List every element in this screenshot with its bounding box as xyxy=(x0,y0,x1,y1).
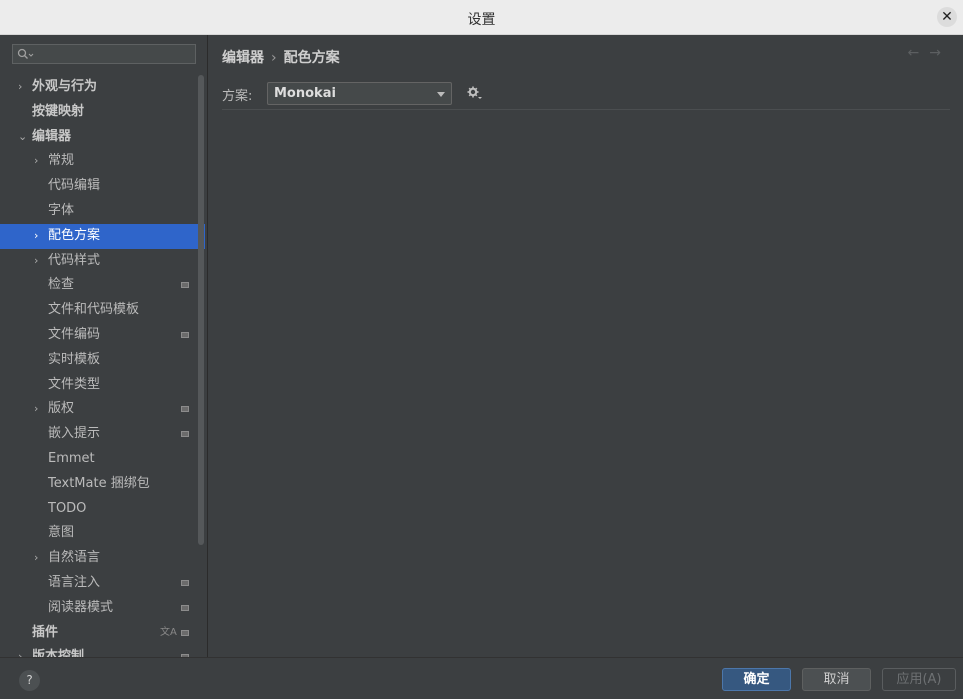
tree-item[interactable]: 代码编辑 xyxy=(0,174,205,199)
tree-item[interactable]: TODO xyxy=(0,497,205,522)
tree-item[interactable]: › 版本控制 xyxy=(0,645,205,657)
tree-item[interactable]: 文件类型 xyxy=(0,373,205,398)
tree-item[interactable]: 阅读器模式 xyxy=(0,596,205,621)
forward-arrow-icon[interactable]: → xyxy=(929,45,951,61)
tree-item-label: 编辑器 xyxy=(32,128,72,144)
back-arrow-icon[interactable]: ← xyxy=(908,45,930,61)
tree-item[interactable]: › 常规 xyxy=(0,149,205,174)
project-level-icon xyxy=(181,604,189,611)
window-titlebar: 设置 ✕ xyxy=(0,0,963,35)
help-button[interactable]: ? xyxy=(19,670,40,691)
chevron-down-icon xyxy=(437,92,445,97)
settings-tree: › 外观与行为按键映射 ⌄ 编辑器 › 常规代码编辑字体 › 配色方案 › 代码样式检查文件和代码… xyxy=(0,75,205,657)
chevron-right-icon[interactable]: › xyxy=(34,546,38,571)
apply-button[interactable]: 应用(A) xyxy=(882,668,956,691)
ok-button[interactable]: 确定 xyxy=(722,668,791,691)
tree-item[interactable]: 嵌入提示 xyxy=(0,422,205,447)
tree-item-label: 自然语言 xyxy=(48,550,101,566)
project-level-icon xyxy=(181,629,189,636)
project-level-icon xyxy=(181,579,189,586)
tree-item-label: 常规 xyxy=(48,153,75,169)
chevron-right-icon[interactable]: › xyxy=(18,75,22,100)
tree-item-label: 阅读器模式 xyxy=(48,599,114,615)
gear-icon[interactable] xyxy=(467,86,483,104)
breadcrumb-separator: › xyxy=(271,50,277,66)
project-level-icon xyxy=(181,406,189,413)
translate-icon: 文A xyxy=(160,626,177,638)
dialog-footer: ? 确定 取消 应用(A) xyxy=(0,657,963,699)
tree-item-label: 嵌入提示 xyxy=(48,426,101,442)
tree-item-label: 文件类型 xyxy=(48,376,101,392)
search-icon xyxy=(17,48,34,59)
close-icon[interactable]: ✕ xyxy=(937,7,957,27)
tree-item-label: TODO xyxy=(48,500,87,516)
chevron-down-icon[interactable]: ⌄ xyxy=(18,125,27,150)
tree-item-label: 语言注入 xyxy=(48,574,101,590)
chevron-right-icon[interactable]: › xyxy=(34,224,38,249)
tree-item[interactable]: › 配色方案 xyxy=(0,223,205,249)
tree-item-label: 文件和代码模板 xyxy=(48,302,140,318)
tree-item[interactable]: 字体 xyxy=(0,199,205,224)
tree-item[interactable]: 语言注入 xyxy=(0,571,205,596)
settings-sidebar: › 外观与行为按键映射 ⌄ 编辑器 › 常规代码编辑字体 › 配色方案 › 代码样式检查文件和代码… xyxy=(0,35,208,657)
divider xyxy=(222,109,950,110)
project-level-icon xyxy=(181,331,189,338)
tree-item-label: 代码编辑 xyxy=(48,178,101,194)
history-nav: ←→ xyxy=(908,45,951,61)
tree-item-label: 按键映射 xyxy=(32,103,85,119)
tree-item-label: TextMate 捆绑包 xyxy=(48,475,150,491)
tree-item[interactable]: › 自然语言 xyxy=(0,546,205,571)
tree-item[interactable]: 按键映射 xyxy=(0,100,205,125)
tree-item[interactable]: 文件编码 xyxy=(0,323,205,348)
tree-item[interactable]: TextMate 捆绑包 xyxy=(0,472,205,497)
tree-item[interactable]: › 代码样式 xyxy=(0,249,205,274)
search-input[interactable] xyxy=(12,44,196,64)
tree-item-label: 文件编码 xyxy=(48,326,101,342)
chevron-right-icon[interactable]: › xyxy=(34,249,38,274)
tree-item[interactable]: ⌄ 编辑器 xyxy=(0,125,205,150)
cancel-button[interactable]: 取消 xyxy=(802,668,871,691)
chevron-right-icon[interactable]: › xyxy=(34,397,38,422)
scheme-label: 方案: xyxy=(222,89,253,104)
tree-item-label: 代码样式 xyxy=(48,252,101,268)
tree-item-label: 版本控制 xyxy=(32,649,85,657)
tree-item-label: 字体 xyxy=(48,202,75,218)
tree-item[interactable]: 插件 文A xyxy=(0,621,205,646)
scheme-dropdown[interactable]: Monokai xyxy=(267,82,452,105)
tree-item-label: 外观与行为 xyxy=(32,79,98,94)
tree-item-label: 意图 xyxy=(48,525,75,541)
breadcrumb-current: 配色方案 xyxy=(283,50,340,66)
main-panel: 编辑器 › 配色方案 ←→ 方案: Monokai xyxy=(208,35,963,657)
chevron-right-icon[interactable]: › xyxy=(18,645,22,657)
tree-item[interactable]: 意图 xyxy=(0,521,205,546)
breadcrumb: 编辑器 › 配色方案 xyxy=(222,47,340,67)
tree-item-label: 检查 xyxy=(48,277,75,293)
tree-item[interactable]: › 版权 xyxy=(0,397,205,422)
tree-item[interactable]: › 外观与行为 xyxy=(0,75,205,100)
window-title: 设置 xyxy=(467,12,496,28)
tree-item[interactable]: Emmet xyxy=(0,447,205,472)
tree-item-label: 版权 xyxy=(48,401,75,417)
breadcrumb-parent[interactable]: 编辑器 xyxy=(222,50,264,66)
chevron-right-icon[interactable]: › xyxy=(34,149,38,174)
tree-item[interactable]: 检查 xyxy=(0,273,205,298)
scheme-dropdown-value: Monokai xyxy=(274,86,336,101)
sidebar-scrollbar[interactable] xyxy=(198,75,204,545)
tree-item-label: 插件 xyxy=(32,624,59,640)
project-level-icon xyxy=(181,431,189,438)
tree-item[interactable]: 文件和代码模板 xyxy=(0,298,205,323)
tree-item-label: 实时模板 xyxy=(48,351,101,367)
tree-item[interactable]: 实时模板 xyxy=(0,348,205,373)
tree-item-label: Emmet xyxy=(48,450,95,466)
project-level-icon xyxy=(181,282,189,289)
tree-item-label: 配色方案 xyxy=(48,227,101,243)
